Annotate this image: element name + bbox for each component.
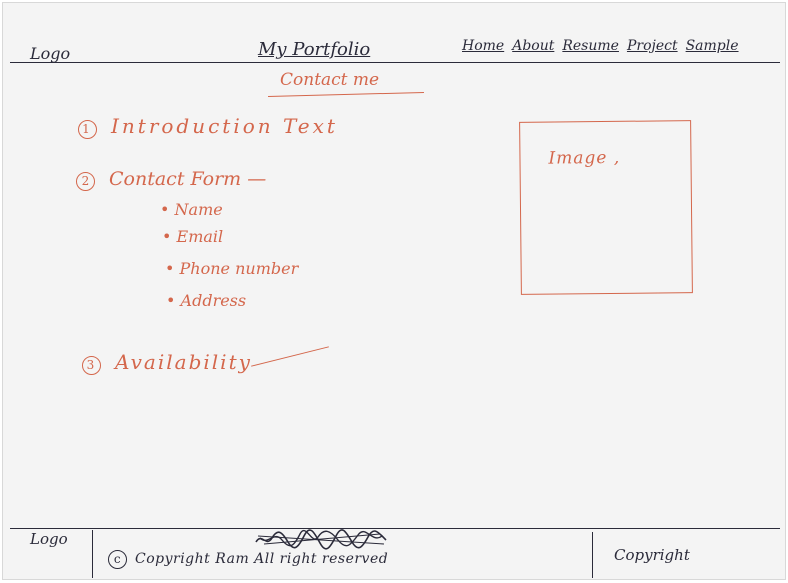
nav-sample[interactable]: Sample — [686, 38, 739, 54]
image-placeholder: Image , — [519, 120, 693, 295]
footer-logo[interactable]: Logo — [30, 530, 68, 548]
intro-text-label: Introduction Text — [111, 114, 338, 138]
contact-form-item: 2 Contact Form — — [76, 168, 266, 191]
scribble-mark — [255, 529, 387, 550]
nav-home[interactable]: Home — [462, 38, 504, 54]
availability-label: Availability — [115, 350, 252, 374]
footer-separator-left — [92, 530, 93, 578]
number-2-badge: 2 — [76, 172, 95, 191]
footer-copyright: c Copyright Ram All right reserved — [108, 550, 388, 569]
copyright-text: Copyright Ram All right reserved — [135, 551, 389, 567]
page-title: My Portfolio — [258, 39, 371, 60]
nav-project[interactable]: Project — [627, 38, 678, 54]
header-divider — [10, 62, 780, 63]
field-phone[interactable]: • Phone number — [165, 259, 298, 278]
intro-text-item: 1 Introduction Text — [78, 114, 338, 139]
image-label: Image , — [548, 147, 621, 169]
field-address[interactable]: • Address — [166, 291, 246, 310]
number-3-badge: 3 — [82, 356, 101, 375]
field-name[interactable]: • Name — [160, 200, 223, 219]
contact-form-label: Contact Form — — [109, 168, 267, 190]
nav-about[interactable]: About — [512, 38, 554, 54]
nav-resume[interactable]: Resume — [562, 38, 619, 54]
footer-copyright-right: Copyright — [614, 546, 690, 564]
top-nav: Home About Resume Project Sample — [462, 38, 739, 54]
section-subtitle: Contact me — [280, 70, 380, 90]
copyright-icon: c — [108, 550, 127, 569]
header-logo[interactable]: Logo — [30, 44, 70, 63]
availability-item: 3 Availability — [82, 350, 252, 375]
number-1-badge: 1 — [78, 120, 97, 139]
field-email[interactable]: • Email — [162, 227, 223, 246]
footer-separator-right — [592, 532, 593, 578]
footer-divider — [10, 528, 780, 529]
